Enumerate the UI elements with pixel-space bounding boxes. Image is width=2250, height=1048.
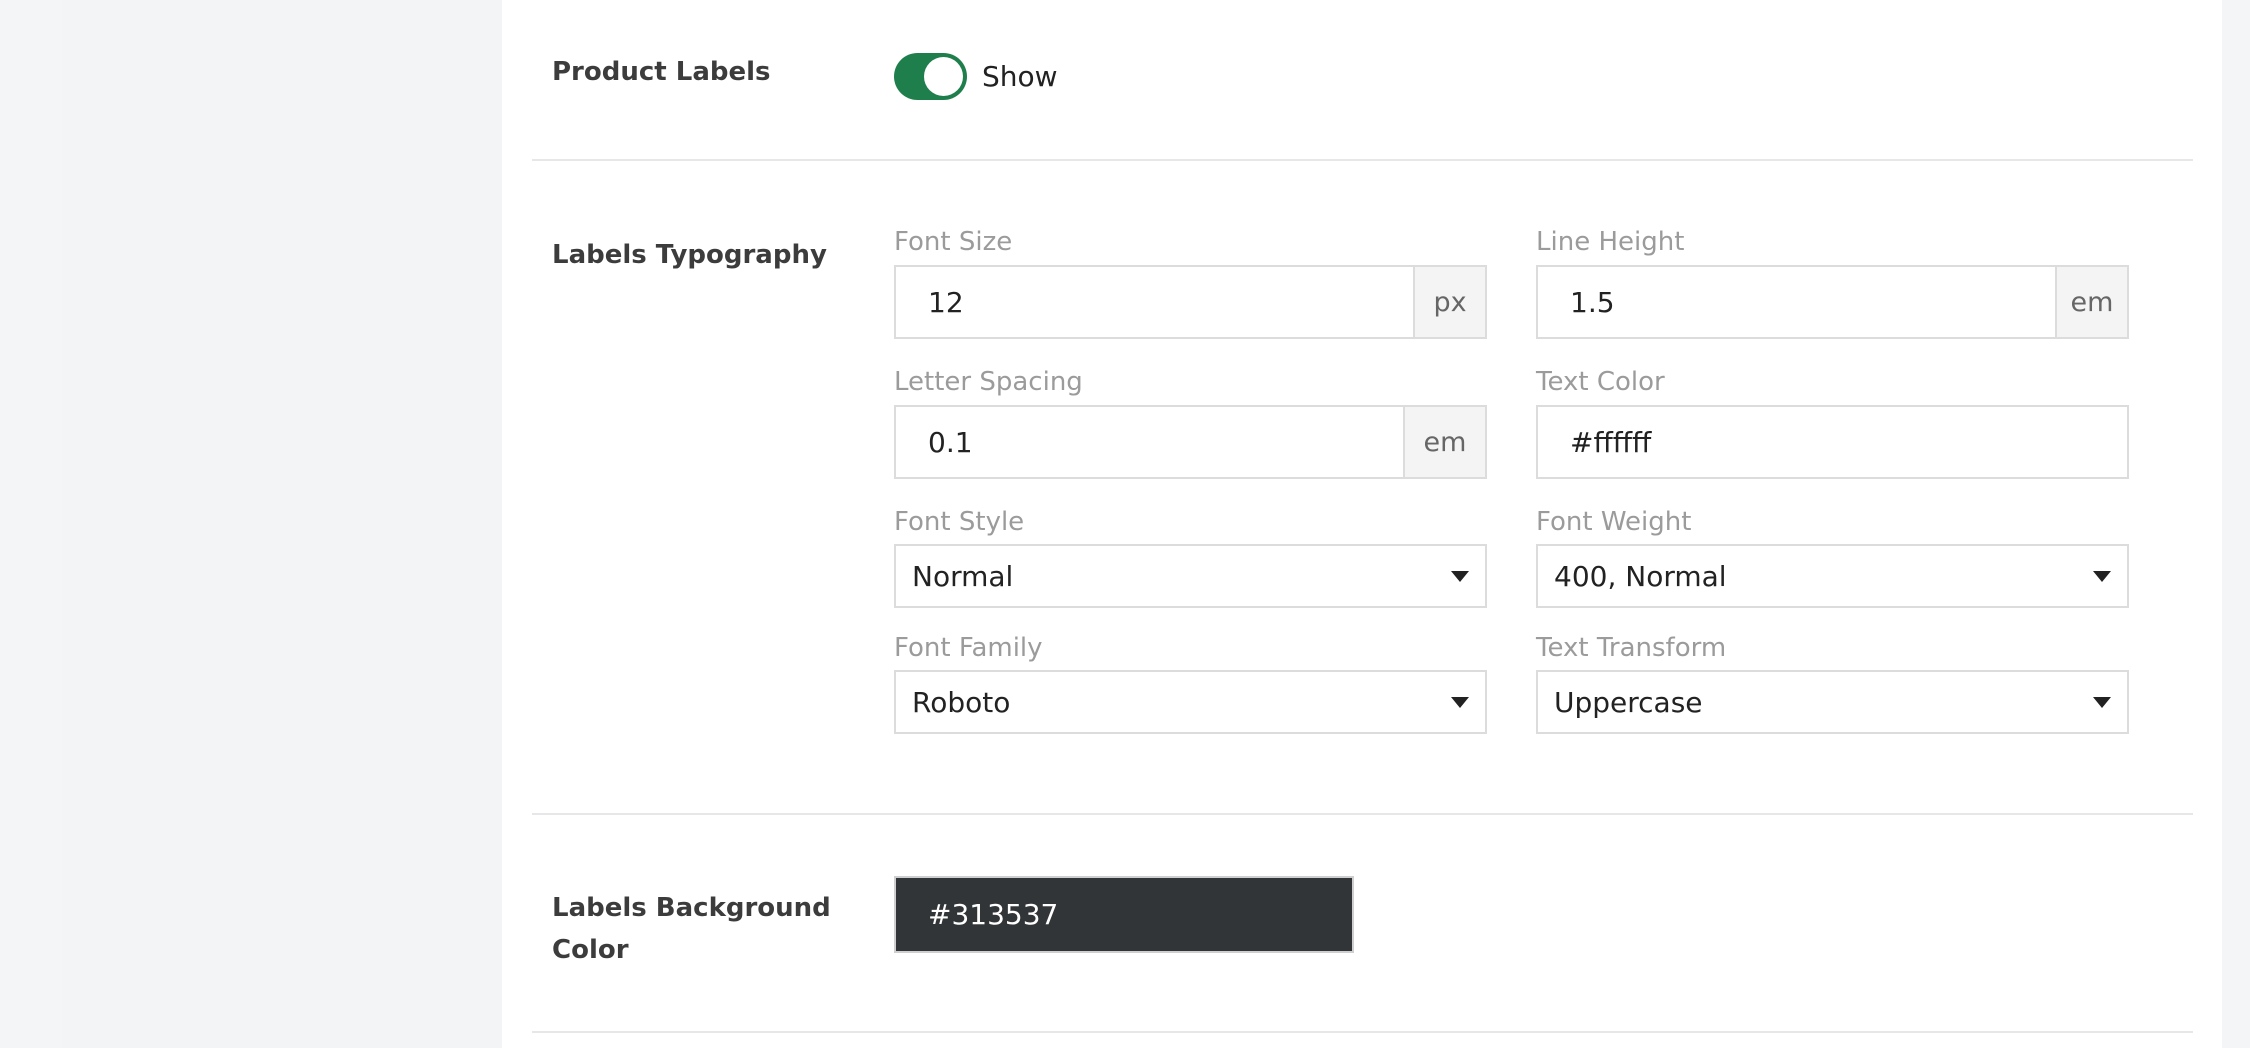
- font-style-label: Font Style: [894, 507, 1025, 537]
- section-divider: [532, 159, 2193, 161]
- font-size-unit: px: [1413, 267, 1485, 337]
- text-color-field[interactable]: #ffffff: [1536, 405, 2129, 479]
- font-weight-label: Font Weight: [1536, 507, 1692, 537]
- labels-typography-title: Labels Typography: [552, 240, 827, 270]
- toggle-knob: [924, 57, 963, 96]
- font-size-field[interactable]: 12 px: [894, 265, 1487, 339]
- text-transform-value: Uppercase: [1554, 685, 1703, 719]
- font-size-label: Font Size: [894, 227, 1013, 257]
- font-family-select[interactable]: Roboto: [894, 670, 1487, 734]
- sidebar-panel: [62, 0, 502, 1048]
- text-color-input[interactable]: #ffffff: [1538, 407, 2127, 477]
- labels-background-title-line1: Labels Background: [552, 893, 831, 923]
- font-weight-select[interactable]: 400, Normal: [1536, 544, 2129, 608]
- chevron-down-icon: [2093, 571, 2111, 582]
- line-height-field[interactable]: 1.5 em: [1536, 265, 2129, 339]
- letter-spacing-input[interactable]: 0.1: [896, 407, 1403, 477]
- font-style-select[interactable]: Normal: [894, 544, 1487, 608]
- section-divider: [532, 1031, 2193, 1033]
- letter-spacing-label: Letter Spacing: [894, 367, 1083, 397]
- chevron-down-icon: [1451, 571, 1469, 582]
- line-height-unit: em: [2055, 267, 2127, 337]
- text-color-label: Text Color: [1536, 367, 1665, 397]
- chevron-down-icon: [2093, 697, 2111, 708]
- font-size-input[interactable]: 12: [896, 267, 1413, 337]
- text-transform-select[interactable]: Uppercase: [1536, 670, 2129, 734]
- product-labels-title: Product Labels: [552, 57, 771, 87]
- font-family-value: Roboto: [912, 685, 1011, 719]
- line-height-label: Line Height: [1536, 227, 1685, 257]
- text-transform-label: Text Transform: [1536, 633, 1727, 663]
- product-labels-toggle[interactable]: [894, 53, 967, 100]
- section-divider: [532, 813, 2193, 815]
- labels-background-color-input[interactable]: #313537: [894, 876, 1354, 953]
- font-family-label: Font Family: [894, 633, 1043, 663]
- page-right-gutter: [2222, 0, 2250, 1048]
- font-weight-value: 400, Normal: [1554, 559, 1727, 593]
- labels-background-color-title: Labels Background Color: [552, 887, 852, 971]
- letter-spacing-unit: em: [1403, 407, 1485, 477]
- labels-background-title-line2: Color: [552, 935, 629, 965]
- letter-spacing-field[interactable]: 0.1 em: [894, 405, 1487, 479]
- font-style-value: Normal: [912, 559, 1014, 593]
- product-labels-toggle-text: Show: [982, 60, 1058, 93]
- line-height-input[interactable]: 1.5: [1538, 267, 2055, 337]
- page-left-gutter: [0, 0, 62, 1048]
- chevron-down-icon: [1451, 697, 1469, 708]
